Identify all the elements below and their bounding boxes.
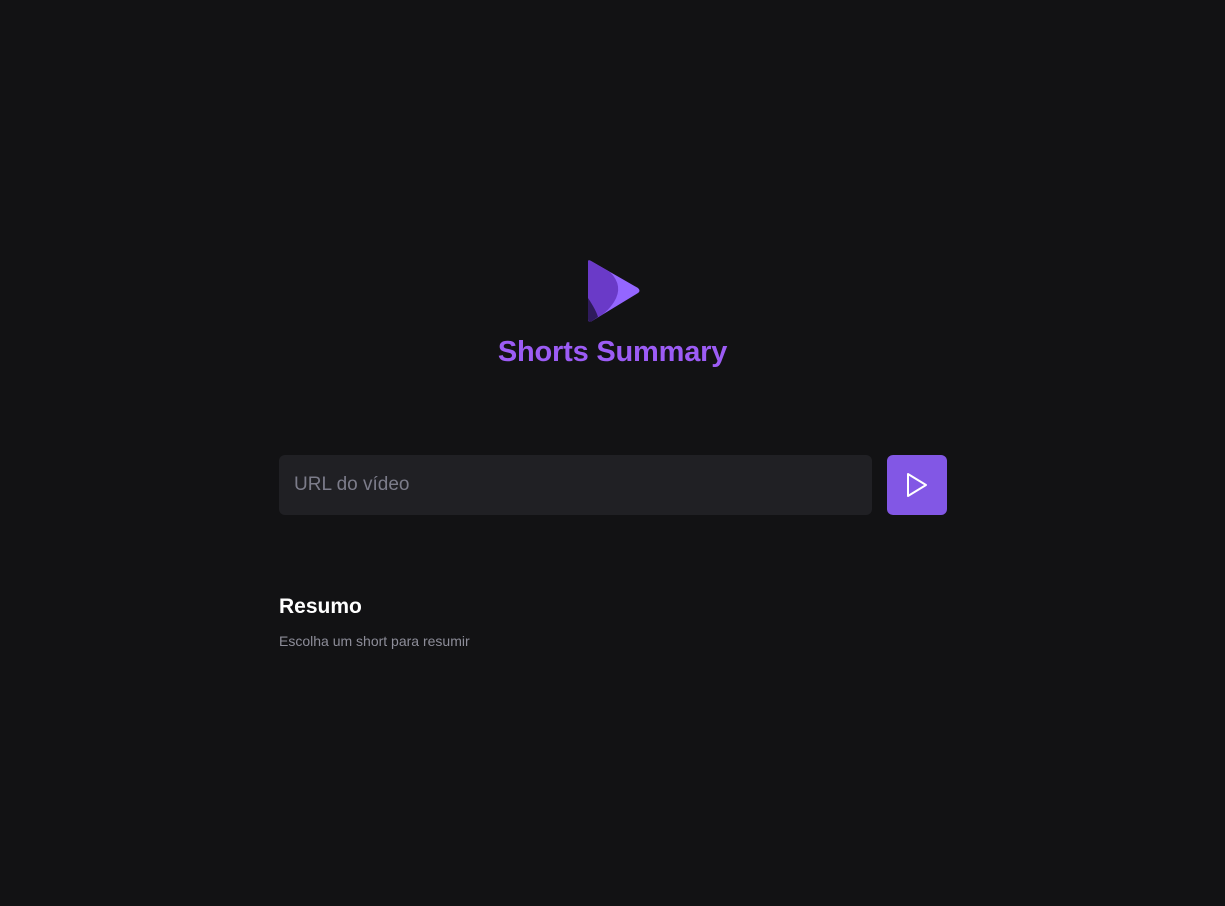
summary-section: Resumo Escolha um short para resumir [279,595,947,649]
video-url-input[interactable] [279,455,872,515]
summary-heading: Resumo [279,595,362,618]
app-title: Shorts Summary [497,336,728,368]
play-logo-icon [587,260,639,322]
summary-form [279,455,947,515]
app-header: Shorts Summary [0,258,1225,369]
summary-text: Escolha um short para resumir [279,633,470,649]
submit-button[interactable] [887,455,947,515]
play-icon [907,473,927,497]
app-page: Shorts Summary Resumo Escolha um short p… [0,0,1225,906]
